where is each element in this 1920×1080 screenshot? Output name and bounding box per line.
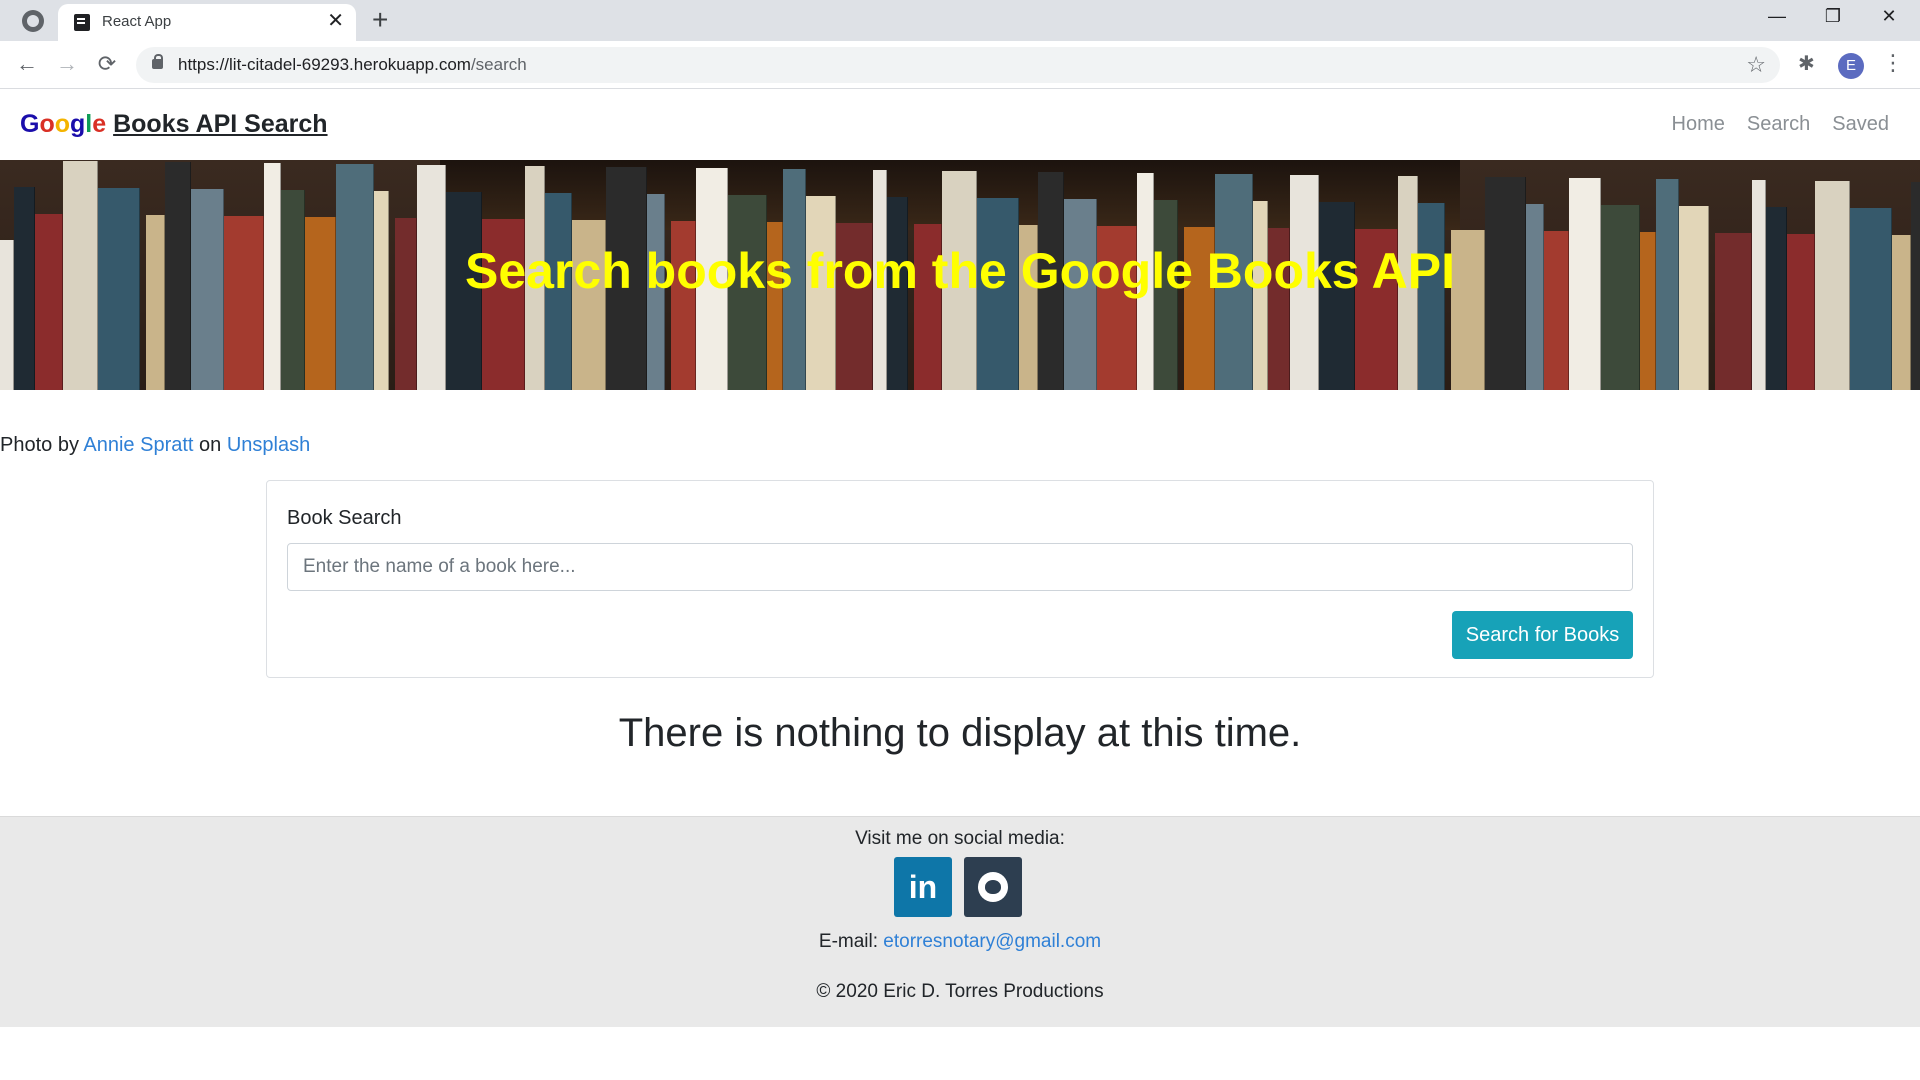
react-app-favicon-icon [74,14,90,31]
footer-heading: Visit me on social media: [855,828,1065,849]
credit-prefix: Photo by [0,434,79,456]
hero-banner: Search books from the Google Books API [0,160,1920,390]
linkedin-button[interactable]: in [894,857,952,917]
footer-copyright: © 2020 Eric D. Torres Productions [816,981,1104,1002]
nav-links: Home Search Saved [1672,113,1889,136]
brand-google-letter: o [54,110,71,138]
bookmark-star-icon[interactable]: ☆ [1746,52,1766,78]
page-content: Google Books API Search Home Search Save… [0,89,1920,1080]
footer-email: E-mail: etorresnotary@gmail.com [0,931,1920,953]
search-card: Book Search Search for Books [266,480,1654,678]
photo-credit: Photo by Annie Spratt on Unsplash [0,434,310,457]
github-button[interactable] [964,857,1022,917]
book-spine [35,214,63,390]
back-arrow-icon[interactable]: ← [12,50,42,78]
url-text[interactable]: https://lit-citadel-69293.herokuapp.com/… [178,55,527,75]
nav-link-search[interactable]: Search [1747,113,1810,136]
search-label: Book Search [287,507,402,529]
window-close-icon[interactable]: ✕ [1874,6,1904,27]
credit-middle: on [199,434,222,456]
restore-icon[interactable]: ❐ [1818,6,1848,27]
brand-google-letter: g [70,110,86,138]
nav-link-home[interactable]: Home [1672,113,1725,136]
empty-results-message: There is nothing to display at this time… [618,711,1302,755]
credit-source-link[interactable]: Unsplash [227,434,310,456]
email-prefix: E-mail: [818,931,879,952]
minimize-icon[interactable]: — [1762,6,1792,27]
footer: Visit me on social media: in E-mail: eto… [0,816,1920,1027]
url-host: https://lit-citadel-69293.herokuapp.com [178,55,471,74]
new-tab-icon[interactable]: + [372,4,388,36]
tab-title: React App [102,13,172,30]
extensions-puzzle-icon[interactable]: ✱ [1798,51,1815,76]
browser-toolbar: ← → ⟳ https://lit-citadel-69293.herokuap… [0,41,1920,89]
brand-title: Books API Search [113,110,328,138]
github-icon [978,872,1008,902]
tab-close-icon[interactable]: ✕ [327,10,344,32]
forward-arrow-icon[interactable]: → [52,50,82,78]
reload-icon[interactable]: ⟳ [92,50,122,78]
profile-avatar[interactable]: E [1838,53,1864,79]
brand-link[interactable]: Google Books API Search [20,110,328,139]
nav-link-saved[interactable]: Saved [1832,113,1889,136]
navbar: Google Books API Search Home Search Save… [0,89,1920,160]
brand-google-letter: e [92,110,107,138]
browser-tab[interactable]: React App ✕ [58,4,356,41]
url-path: /search [470,55,527,74]
brand-google-letter: G [20,110,40,138]
email-link[interactable]: etorresnotary@gmail.com [883,931,1101,952]
address-bar[interactable]: https://lit-citadel-69293.herokuapp.com/… [136,47,1780,83]
tab-search-icon[interactable] [22,10,44,32]
browser-tabstrip: React App ✕ + — ❐ ✕ [0,0,1920,41]
brand-google-letter: o [39,110,55,138]
credit-author-link[interactable]: Annie Spratt [83,434,193,456]
book-search-input[interactable] [287,543,1633,591]
lock-icon[interactable] [152,54,163,69]
browser-menu-icon[interactable]: ⋮ [1882,50,1904,76]
search-for-books-button[interactable]: Search for Books [1452,611,1633,659]
hero-title: Search books from the Google Books API [465,243,1455,299]
linkedin-icon: in [908,869,938,905]
